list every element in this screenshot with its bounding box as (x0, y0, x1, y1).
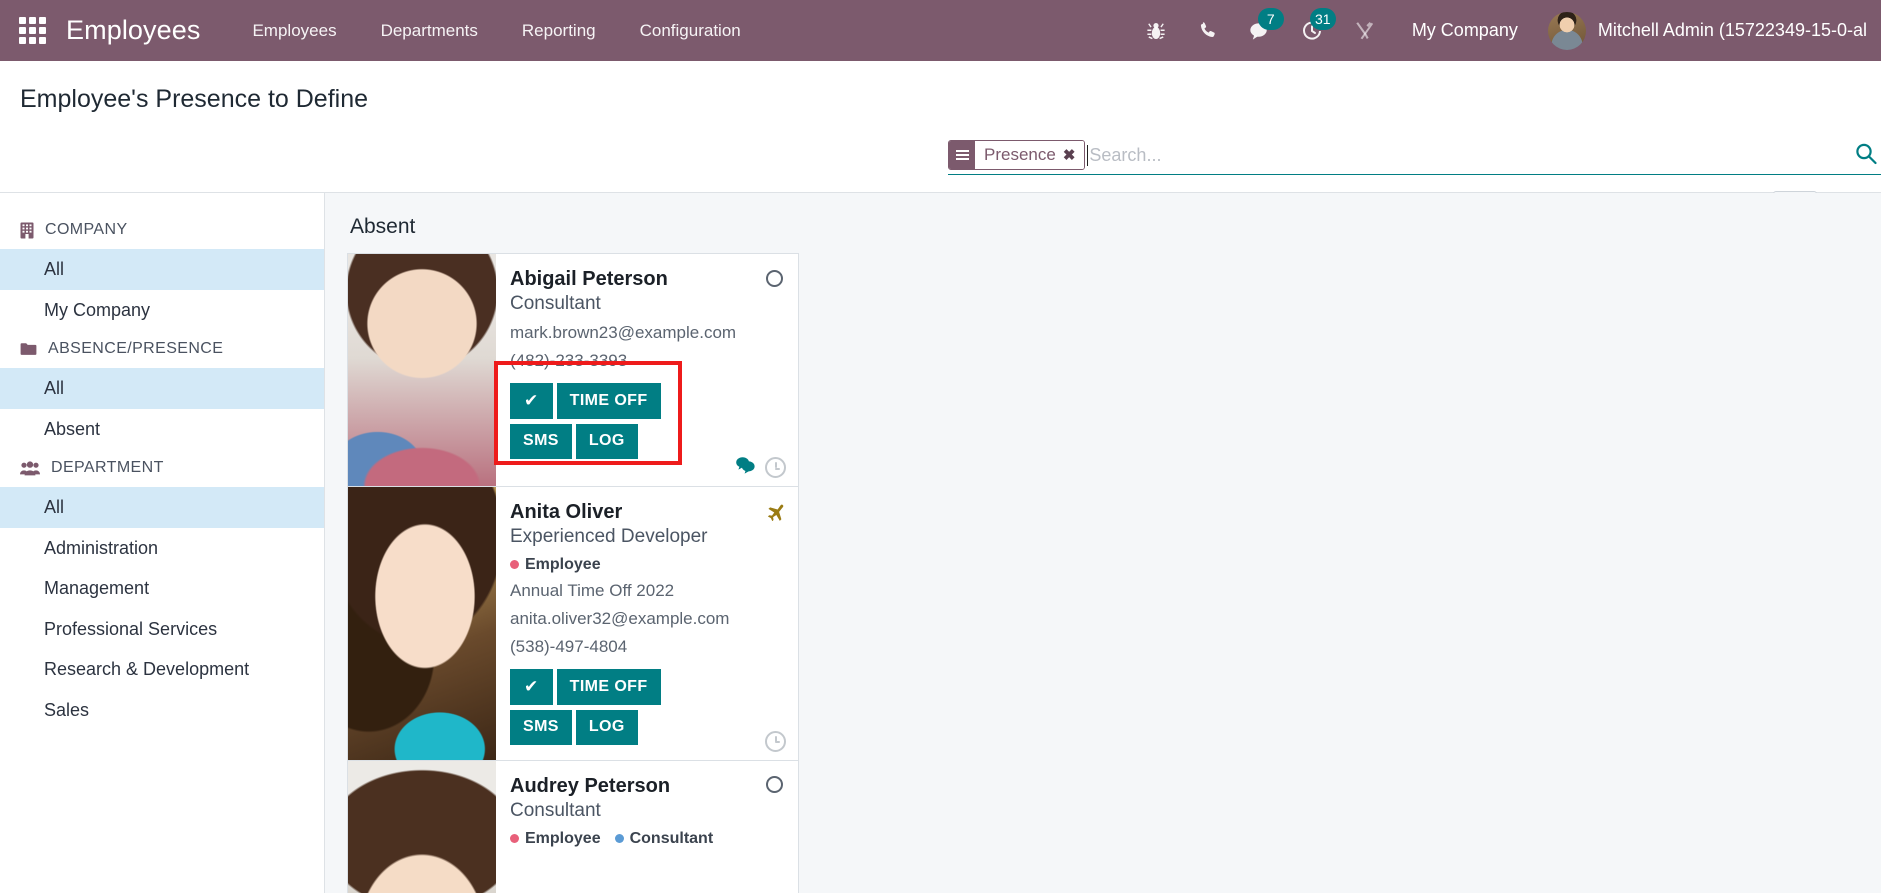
employee-email[interactable]: mark.brown23@example.com (510, 316, 782, 344)
activities-badge: 31 (1309, 8, 1336, 30)
card-footer-icons (765, 730, 786, 752)
time-off-button[interactable]: TIME OFF (556, 382, 661, 419)
users-icon (20, 460, 40, 476)
sidebar-section-absence-label: ABSENCE/PRESENCE (48, 340, 224, 357)
employee-email[interactable]: anita.oliver32@example.com (510, 602, 782, 630)
kanban-card-list: Abigail Peterson Consultant mark.brown23… (347, 253, 799, 893)
menu-item-reporting[interactable]: Reporting (500, 0, 618, 61)
sidebar-section-department: DEPARTMENT (0, 449, 324, 487)
sms-button[interactable]: SMS (510, 709, 572, 745)
page-title: Employee's Presence to Define (20, 85, 369, 113)
kanban-column-absent: Absent Abigail Peterson Consultant mark.… (325, 193, 799, 893)
tag-label: Employee (525, 555, 601, 573)
tag-label: Consultant (629, 829, 714, 847)
bug-icon[interactable] (1130, 0, 1182, 61)
tag-consultant: Consultant (614, 829, 714, 848)
plane-icon[interactable] (764, 501, 784, 521)
presence-circle-icon[interactable] (764, 775, 784, 795)
menu-item-employees[interactable]: Employees (230, 0, 358, 61)
kanban-card[interactable]: Audrey Peterson Consultant Employee Cons… (347, 759, 799, 893)
employee-phone[interactable]: (482)-233-3393 (510, 344, 782, 372)
employee-photo (348, 760, 496, 893)
messages-icon[interactable]: 7 (1234, 0, 1286, 61)
employee-tags: Employee (510, 549, 782, 574)
time-off-button[interactable]: TIME OFF (556, 669, 661, 705)
employee-name: Anita Oliver (510, 501, 623, 523)
card-action-buttons: ✔ TIME OFF SMS LOG (510, 658, 782, 745)
employee-leave-note: Annual Time Off 2022 (510, 580, 675, 600)
employee-name: Abigail Peterson (510, 268, 668, 290)
avatar (1547, 11, 1586, 50)
kanban-card[interactable]: Abigail Peterson Consultant mark.brown23… (347, 253, 799, 487)
sidebar-item-company-all[interactable]: All (0, 249, 324, 290)
kanban-card[interactable]: Anita Oliver Experienced Developer Emplo… (347, 486, 799, 761)
sidebar-item-professional-services[interactable]: Professional Services (0, 609, 324, 650)
chat-icon[interactable] (736, 457, 756, 478)
messages-badge: 7 (1257, 8, 1284, 30)
sidebar-section-absence-presence: ABSENCE/PRESENCE (0, 330, 324, 368)
sidebar-item-management[interactable]: Management (0, 568, 324, 609)
developer-tools-icon[interactable] (1338, 0, 1390, 61)
kanban-view: Absent Abigail Peterson Consultant mark.… (325, 193, 1881, 893)
tag-employee: Employee (510, 830, 601, 848)
sidebar-item-absent[interactable]: Absent (0, 409, 324, 450)
folder-icon (20, 342, 37, 356)
kanban-column-title: Absent (350, 215, 416, 238)
navbar-systray: 7 31 My Company Mitchell Admin (15722349… (1130, 0, 1881, 61)
employee-tags: Employee Consultant (510, 823, 782, 848)
sidebar: COMPANY All My Company ABSENCE/PRESENCE … (0, 193, 325, 893)
employee-job-title: Consultant (510, 293, 601, 314)
check-in-button[interactable]: ✔ (510, 382, 553, 419)
user-menu[interactable]: Mitchell Admin (15722349-15-0-al (1540, 11, 1881, 50)
sidebar-item-sales[interactable]: Sales (0, 690, 324, 731)
app-brand-title[interactable]: Employees (60, 15, 230, 46)
main-menu: Employees Departments Reporting Configur… (230, 0, 762, 61)
sidebar-item-absence-all[interactable]: All (0, 368, 324, 409)
employee-photo (348, 254, 496, 486)
employee-name: Audrey Peterson (510, 774, 671, 797)
card-footer-icons (736, 457, 786, 478)
phone-icon[interactable] (1182, 0, 1234, 61)
apps-grid-icon[interactable] (10, 9, 54, 53)
menu-item-configuration[interactable]: Configuration (618, 0, 763, 61)
employee-job-title: Experienced Developer (510, 526, 708, 547)
card-action-buttons: ✔ TIME OFF SMS LOG (510, 372, 782, 459)
sms-button[interactable]: SMS (510, 423, 572, 459)
control-panel: Employee's Presence to Define Presence ✖… (0, 61, 1881, 233)
employee-photo (348, 487, 496, 760)
employee-job-title: Consultant (510, 799, 601, 821)
log-button[interactable]: LOG (575, 423, 638, 459)
clock-icon[interactable] (765, 457, 786, 478)
sidebar-item-administration[interactable]: Administration (0, 528, 324, 569)
top-navbar: Employees Employees Departments Reportin… (0, 0, 1881, 61)
sidebar-item-research-development[interactable]: Research & Development (0, 649, 324, 690)
sidebar-item-my-company[interactable]: My Company (0, 290, 324, 331)
clock-icon[interactable] (765, 730, 786, 752)
presence-circle-icon[interactable] (764, 268, 784, 288)
sidebar-item-department-all[interactable]: All (0, 487, 324, 528)
sidebar-section-department-label: DEPARTMENT (51, 459, 164, 476)
tag-employee: Employee (510, 556, 601, 574)
breadcrumb: Employee's Presence to Define (0, 61, 368, 114)
activities-clock-icon[interactable]: 31 (1286, 0, 1338, 61)
page-body: COMPANY All My Company ABSENCE/PRESENCE … (0, 193, 1881, 893)
tag-label: Employee (525, 829, 601, 847)
menu-item-departments[interactable]: Departments (359, 0, 500, 61)
company-selector[interactable]: My Company (1390, 20, 1540, 41)
log-button[interactable]: LOG (575, 709, 638, 745)
user-name-label: Mitchell Admin (15722349-15-0-al (1597, 20, 1867, 40)
check-in-button[interactable]: ✔ (510, 669, 553, 705)
employee-phone[interactable]: (538)-497-4804 (510, 630, 782, 658)
